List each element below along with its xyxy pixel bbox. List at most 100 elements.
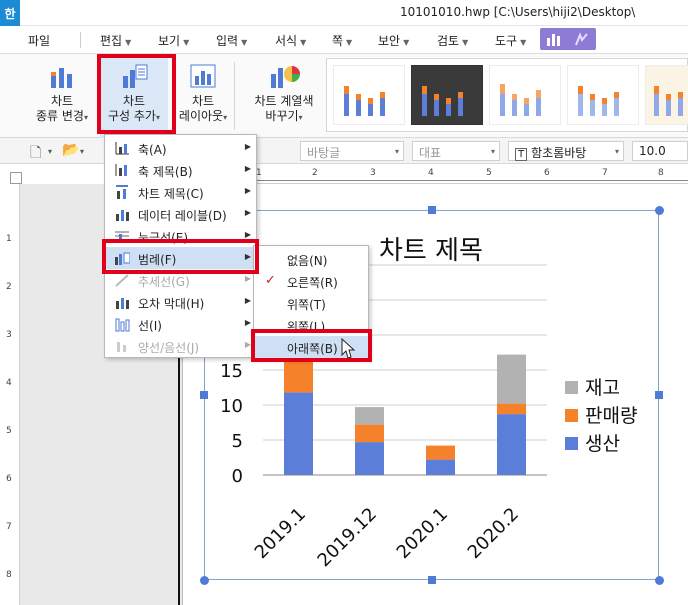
menu-file[interactable]: 파일	[28, 32, 50, 49]
chart-style-thumb-5[interactable]	[645, 65, 688, 125]
y-tick-label: 15	[220, 361, 243, 382]
error-bars-icon	[116, 298, 129, 309]
menu-edit[interactable]: 편집 ▼	[100, 32, 131, 49]
menu-item-axis-title[interactable]: 축 제목(B) ▶	[106, 159, 257, 181]
lines-icon	[115, 318, 130, 332]
new-document-icon[interactable]: 🗋	[30, 142, 41, 166]
bar-재고[interactable]	[355, 407, 384, 425]
new-dropdown-icon[interactable]: ▾	[48, 147, 52, 156]
ruler-label: 4	[428, 168, 434, 178]
font-combo[interactable]: T 함초롬바탕 ▾	[508, 141, 624, 161]
data-labels-icon	[116, 210, 129, 221]
ruler-corner[interactable]	[10, 172, 22, 184]
trendline-icon	[115, 274, 129, 287]
ruler-baseline	[182, 180, 688, 181]
resize-handle-ne[interactable]	[655, 206, 664, 215]
chart-format-tab-icon	[575, 32, 588, 46]
menu-tools[interactable]: 도구 ▼	[495, 32, 526, 49]
menu-item-axis[interactable]: 축(A) ▶	[106, 137, 257, 159]
ruler-label: 1	[6, 234, 12, 244]
ruler-label: 7	[6, 522, 12, 532]
change-chart-type-button[interactable]: 차트 종류 변경▾	[30, 54, 94, 138]
resize-handle-s[interactable]	[428, 576, 436, 584]
menu-view[interactable]: 보기 ▼	[158, 32, 189, 49]
chart-tab-icon	[547, 34, 560, 46]
menu-page[interactable]: 쪽 ▼	[332, 32, 352, 49]
horizontal-ruler[interactable]: 1 2 3 4 5 6 7 8	[182, 164, 688, 184]
chart-series-color-button[interactable]: 차트 계열색 바꾸기▾	[248, 54, 320, 138]
open-dropdown-icon[interactable]: ▾	[80, 147, 84, 156]
chart-bars	[284, 343, 526, 475]
legend-swatch	[565, 409, 578, 422]
resize-handle-w[interactable]	[200, 391, 208, 399]
chart-style-thumb-2[interactable]	[411, 65, 483, 125]
x-tick-label: 2019.1	[251, 504, 310, 563]
style-combo[interactable]: 바탕글 ▾	[300, 141, 404, 161]
resize-handle-n[interactable]	[428, 206, 436, 214]
x-tick-label: 2020.2	[464, 504, 523, 563]
x-tick-label: 2020.1	[393, 504, 452, 563]
bar-판매량[interactable]	[355, 424, 384, 443]
menu-review[interactable]: 검토 ▼	[437, 32, 468, 49]
app-logo[interactable]: 한	[0, 0, 20, 26]
chart-legend[interactable]: 재고판매량생산	[565, 377, 637, 455]
y-axis-ticks: 0 5 10 15	[220, 361, 243, 487]
menu-item-error-bars[interactable]: 오차 막대(H) ▶	[106, 291, 257, 313]
menu-separator	[80, 32, 81, 48]
open-folder-icon[interactable]: 📂	[62, 142, 79, 158]
bar-재고[interactable]	[497, 354, 526, 404]
chart-style-thumb-4[interactable]	[567, 65, 639, 125]
bar-판매량[interactable]	[426, 445, 455, 460]
ruler-label: 2	[312, 168, 318, 178]
ruler-label: 5	[6, 426, 12, 436]
legend-label: 판매량	[585, 405, 637, 427]
bar-판매량[interactable]	[497, 403, 526, 415]
legend-swatch	[565, 381, 578, 394]
bar-생산[interactable]	[497, 414, 526, 475]
x-tick-label: 2019.12	[314, 504, 381, 571]
axis-icon	[115, 142, 129, 155]
font-size-combo[interactable]: 10.0	[632, 141, 688, 161]
chart-layout-button[interactable]: 차트 레이아웃▾	[176, 54, 230, 138]
bar-생산[interactable]	[426, 459, 455, 475]
chart-style-thumb-1[interactable]	[333, 65, 405, 125]
menu-item-chart-title[interactable]: 차트 제목(C) ▶	[106, 181, 257, 203]
menu-insert[interactable]: 입력 ▼	[216, 32, 247, 49]
series-color-icon	[271, 66, 300, 88]
chart-style-gallery	[326, 58, 688, 132]
chart-style-thumb-3[interactable]	[489, 65, 561, 125]
bar-생산[interactable]	[355, 442, 384, 475]
menu-item-data-labels[interactable]: 데이터 레이블(D) ▶	[106, 203, 257, 225]
legend-option-right[interactable]: ✓ 오른쪽(R)	[255, 270, 369, 292]
ruler-label: 7	[602, 168, 608, 178]
ruler-label: 3	[6, 330, 12, 340]
y-tick-label: 0	[232, 466, 243, 487]
ruler-label: 8	[658, 168, 664, 178]
chart-context-tab[interactable]	[540, 28, 596, 50]
check-icon: ✓	[265, 273, 276, 288]
chart-title-icon	[116, 185, 128, 199]
vertical-ruler[interactable]: 1 2 3 4 5 6 7 8	[0, 184, 20, 605]
ruler-label: 3	[370, 168, 376, 178]
up-down-bars-icon	[117, 342, 126, 352]
ruler-label: 6	[544, 168, 550, 178]
resize-handle-se[interactable]	[655, 576, 664, 585]
legend-option-top[interactable]: 위쪽(T)	[255, 292, 369, 314]
resize-handle-sw[interactable]	[200, 576, 209, 585]
outline-combo[interactable]: 대표 ▾	[412, 141, 500, 161]
menu-security[interactable]: 보안 ▼	[378, 32, 409, 49]
mouse-cursor-icon	[341, 338, 356, 359]
chart-title[interactable]: 차트 제목	[379, 236, 483, 266]
highlight-box-add-element	[97, 54, 176, 134]
menu-item-lines[interactable]: 선(I) ▶	[106, 313, 257, 335]
menu-item-up-down-bars[interactable]: 양선/음선(J) ▶	[106, 335, 257, 357]
legend-label: 생산	[585, 433, 620, 455]
menu-format[interactable]: 서식 ▼	[275, 32, 306, 49]
bar-생산[interactable]	[284, 392, 313, 475]
y-tick-label: 10	[220, 396, 243, 417]
ruler-label: 8	[6, 570, 12, 580]
resize-handle-e[interactable]	[655, 391, 663, 399]
legend-option-none[interactable]: 없음(N)	[255, 248, 369, 270]
ruler-label: 4	[6, 378, 12, 388]
chart-layout-icon	[190, 64, 216, 88]
